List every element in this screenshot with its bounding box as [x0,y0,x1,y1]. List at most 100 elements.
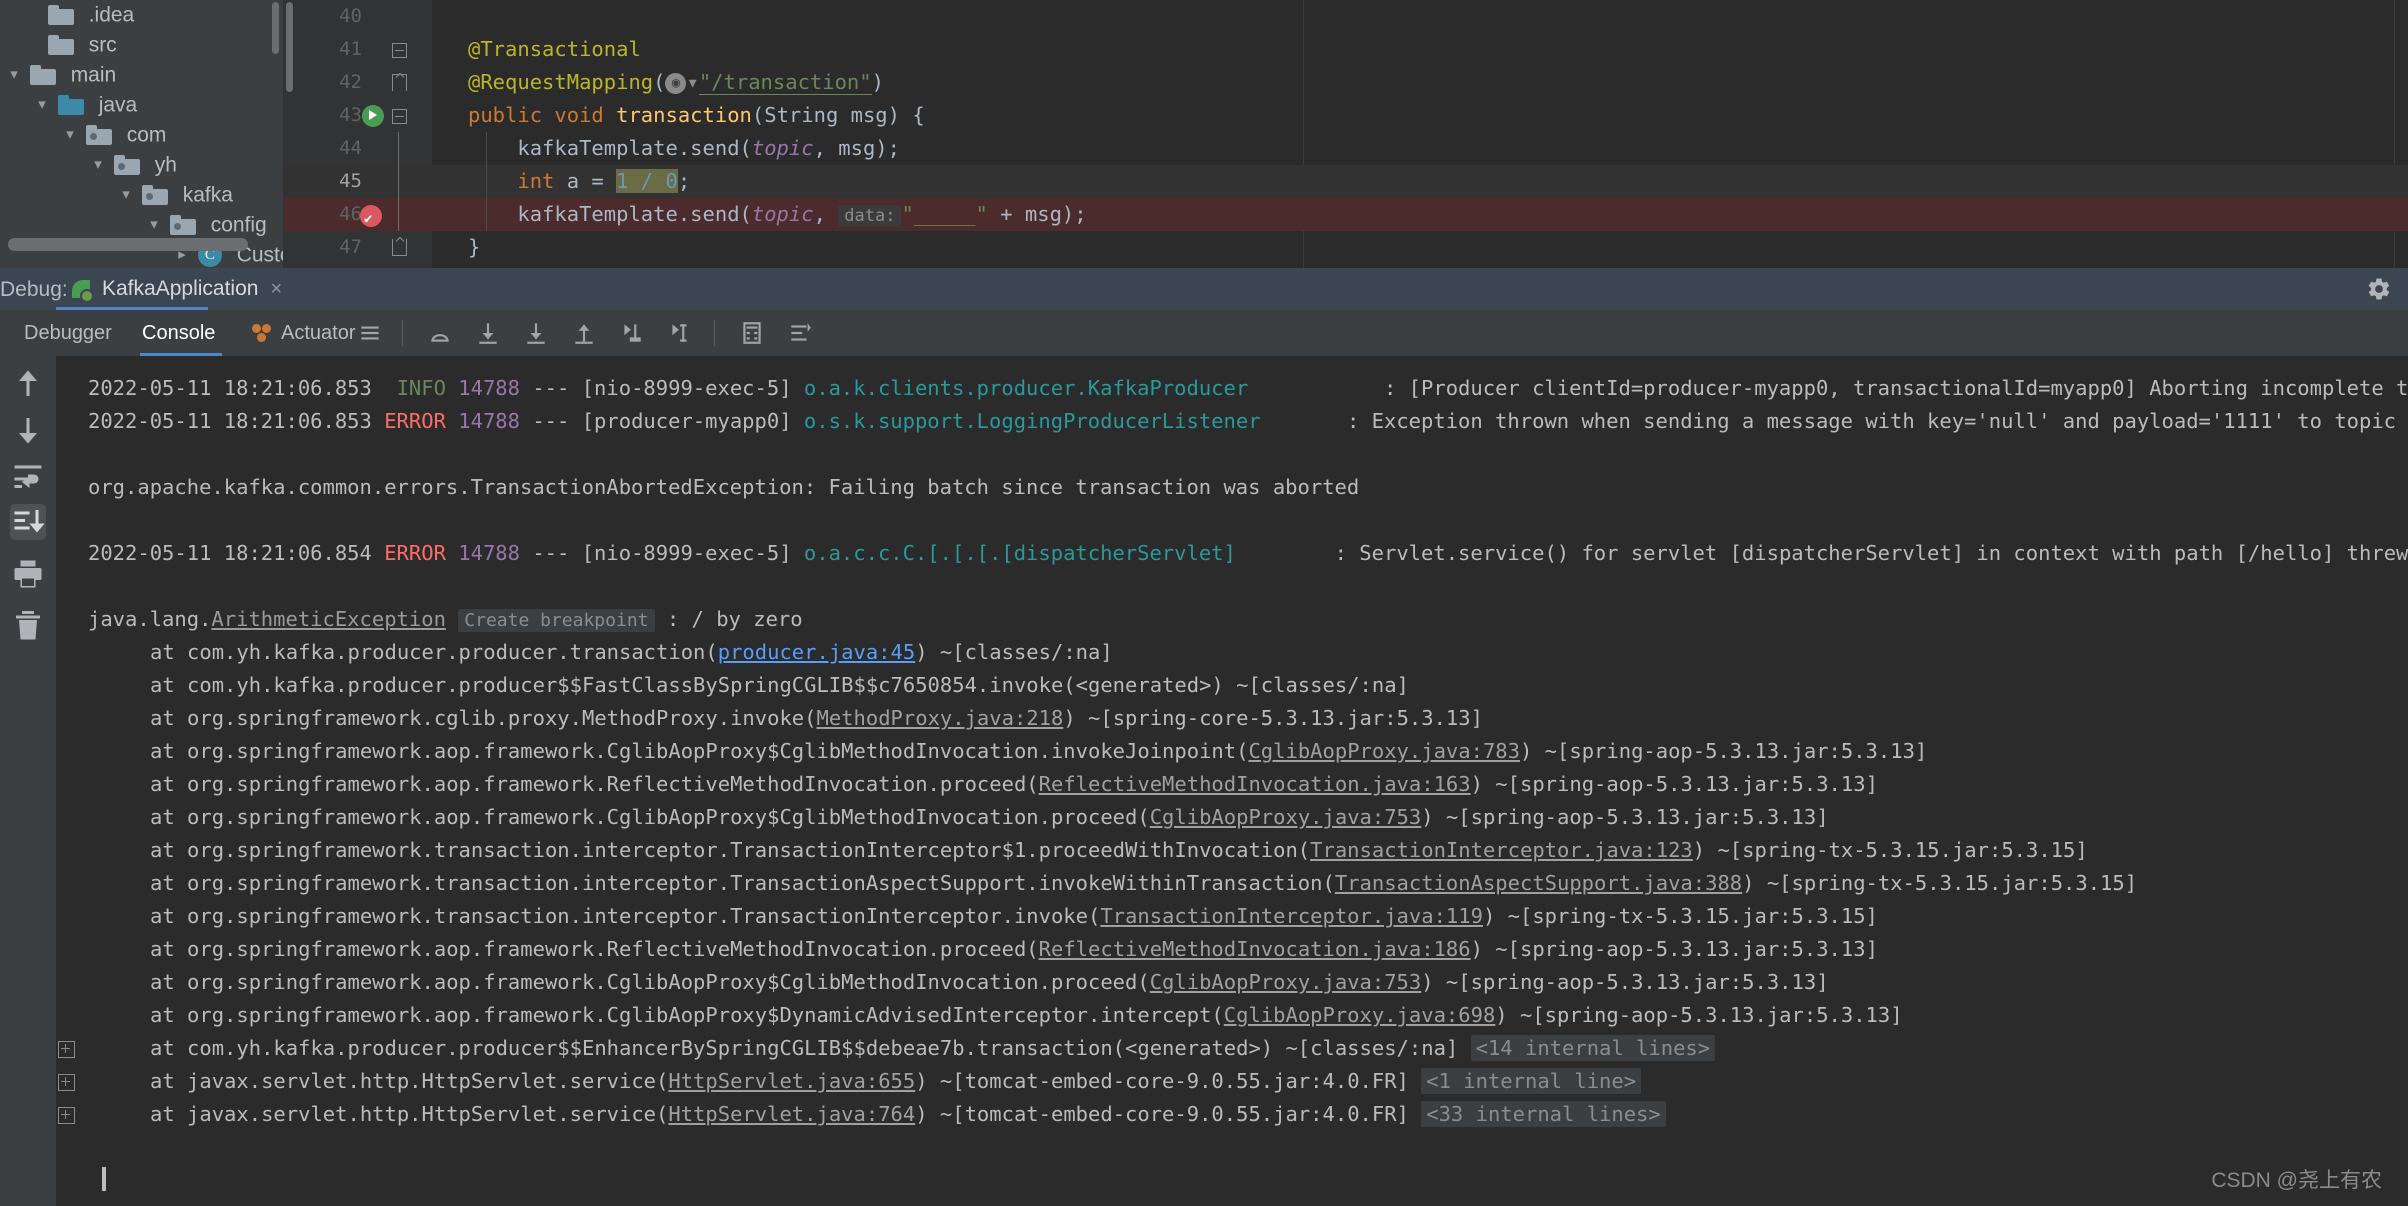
close-icon[interactable]: × [270,278,282,301]
log-logger: o.a.c.c.C.[.[.[.[dispatcherServlet] [804,541,1236,565]
fold-collapse-icon[interactable] [392,109,408,125]
expand-folded-frames-icon[interactable] [58,1041,75,1058]
log-timestamp: 2022-05-11 18:21:06.854 [88,541,372,565]
editor-code-area[interactable]: 40 41 @Transactional 42 @RequestMapping(… [432,0,2408,268]
source-link[interactable]: CglibAopProxy.java:783 [1248,739,1520,763]
fold-expand-icon[interactable] [392,239,407,256]
source-link[interactable]: ReflectiveMethodInvocation.java:186 [1039,937,1471,961]
code-line-46[interactable]: 46 kafkaTemplate.send(topic, data:"_____… [432,198,2408,231]
exception-summary-line[interactable]: org.apache.kafka.common.errors.Transacti… [88,471,2408,504]
code-line-47[interactable]: 47 } [432,231,2408,264]
debug-session-tab[interactable]: KafkaApplication × [56,268,296,310]
step-over-icon[interactable] [426,320,454,346]
scroll-to-end-icon[interactable] [10,504,46,540]
log-message: : Exception thrown when sending a messag… [1347,409,2408,433]
chevron-down-icon[interactable]: ▾ [88,150,108,180]
stack-frame-suffix: ) ~[classes/:na] [915,640,1112,664]
stack-frame[interactable]: at org.springframework.aop.framework.Cgl… [88,801,2408,834]
source-link[interactable]: HttpServlet.java:764 [668,1102,915,1126]
stack-frame-collapsed[interactable]: at javax.servlet.http.HttpServlet.servic… [88,1098,2408,1131]
run-to-cursor-icon[interactable] [618,320,646,346]
stack-frame[interactable]: at org.springframework.aop.framework.Ref… [88,933,2408,966]
chevron-down-icon[interactable]: ▾ [686,70,698,94]
menu-icon[interactable] [356,320,384,346]
log-logger: o.a.k.clients.producer.KafkaProducer [804,376,1248,400]
code-editor[interactable]: 40 41 @Transactional 42 @RequestMapping(… [284,0,2408,268]
create-breakpoint-badge[interactable]: Create breakpoint [458,609,654,632]
gear-icon[interactable] [2366,276,2392,302]
source-link[interactable]: ReflectiveMethodInvocation.java:163 [1039,772,1471,796]
chevron-down-icon[interactable]: ▾ [60,120,80,150]
tab-console[interactable]: Console [142,310,215,356]
tab-actuator[interactable]: Actuator [250,310,355,356]
force-step-into-icon[interactable] [522,320,550,346]
console-caret-line[interactable] [88,1164,2408,1197]
source-link[interactable]: MethodProxy.java:218 [816,706,1063,730]
chevron-down-icon[interactable]: ▾ [32,90,52,120]
scroll-down-icon[interactable] [10,412,46,448]
evaluate-expression-icon[interactable] [666,320,694,346]
log-line-info[interactable]: 2022-05-11 18:21:06.853 INFO 14788 --- [… [88,372,2408,405]
scroll-up-icon[interactable] [10,366,46,402]
code-line-45[interactable]: 45 int a = 1 / 0; [432,165,2408,198]
source-link[interactable]: CglibAopProxy.java:753 [1150,805,1422,829]
step-out-icon[interactable] [570,320,598,346]
source-link[interactable]: TransactionAspectSupport.java:388 [1335,871,1742,895]
step-into-icon[interactable] [474,320,502,346]
stack-frame[interactable]: at org.springframework.aop.framework.Cgl… [88,735,2408,768]
source-link[interactable]: TransactionInterceptor.java:123 [1310,838,1693,862]
fold-collapse-icon[interactable] [392,43,408,59]
code-line-42[interactable]: 42 @RequestMapping(◉▾"/transaction") [432,66,2408,99]
code-line-44[interactable]: 44 kafkaTemplate.send(topic, msg); [432,132,2408,165]
log-line-error-2[interactable]: 2022-05-11 18:21:06.854 ERROR 14788 --- … [88,537,2408,570]
fold-expand-icon[interactable] [392,74,407,91]
breakpoint-icon[interactable] [360,205,382,227]
stack-frame[interactable]: at org.springframework.transaction.inter… [88,900,2408,933]
watermark: CSDN @尧上有农 [2211,1164,2382,1194]
source-link[interactable]: TransactionInterceptor.java:119 [1100,904,1483,928]
stack-frame-collapsed[interactable]: at javax.servlet.http.HttpServlet.servic… [88,1065,2408,1098]
internal-lines-badge[interactable]: <33 internal lines> [1421,1101,1666,1127]
tree-vertical-scrollbar[interactable] [272,2,279,54]
soft-wrap-icon[interactable] [10,458,46,494]
request-mapping-path[interactable]: "/transaction" [699,70,872,95]
code-line-43[interactable]: 43 public void transaction(String msg) { [432,99,2408,132]
chevron-down-icon[interactable]: ▾ [4,60,24,90]
stack-frame[interactable]: at com.yh.kafka.producer.producer$$FastC… [88,669,2408,702]
source-link[interactable]: HttpServlet.java:655 [668,1069,915,1093]
stack-frame[interactable]: at org.springframework.aop.framework.Ref… [88,768,2408,801]
code-line-40[interactable]: 40 [432,0,2408,33]
stack-frame[interactable]: at org.springframework.cglib.proxy.Metho… [88,702,2408,735]
stack-frame-suffix: ) ~[spring-tx-5.3.15.jar:5.3.15] [1483,904,1878,928]
run-method-gutter-icon[interactable] [362,105,384,127]
tree-horizontal-scrollbar[interactable] [8,238,248,251]
tab-debugger[interactable]: Debugger [24,310,112,356]
stack-frame[interactable]: at org.springframework.aop.framework.Cgl… [88,966,2408,999]
expand-folded-frames-icon[interactable] [58,1074,75,1091]
threads-icon[interactable] [786,320,814,346]
exception-type-link[interactable]: ArithmeticException [211,607,446,631]
source-link[interactable]: CglibAopProxy.java:698 [1224,1003,1496,1027]
stack-frame[interactable]: at org.springframework.transaction.inter… [88,867,2408,900]
print-icon[interactable] [10,556,46,592]
exception-header-line[interactable]: java.lang.ArithmeticException Create bre… [88,603,2408,636]
expand-folded-frames-icon[interactable] [58,1107,75,1124]
chevron-down-icon[interactable]: ▾ [144,210,164,240]
sp [446,409,458,433]
stack-frame[interactable]: at com.yh.kafka.producer.producer.transa… [88,636,2408,669]
internal-lines-badge[interactable]: <14 internal lines> [1471,1035,1716,1061]
stack-frame-collapsed[interactable]: at com.yh.kafka.producer.producer$$Enhan… [88,1032,2408,1065]
internal-lines-badge[interactable]: <1 internal line> [1421,1068,1641,1094]
globe-icon[interactable]: ◉ [665,73,686,94]
trash-icon[interactable] [10,608,46,644]
source-link[interactable]: producer.java:45 [718,640,915,664]
log-line-error-1[interactable]: 2022-05-11 18:21:06.853 ERROR 14788 --- … [88,405,2408,438]
console-output[interactable]: 2022-05-11 18:21:06.853 INFO 14788 --- [… [56,356,2408,1206]
source-link[interactable]: CglibAopProxy.java:753 [1150,970,1422,994]
stack-frame[interactable]: at org.springframework.transaction.inter… [88,834,2408,867]
stack-frame[interactable]: at org.springframework.aop.framework.Cgl… [88,999,2408,1032]
code-line-41[interactable]: 41 @Transactional [432,33,2408,66]
chevron-down-icon[interactable]: ▾ [116,180,136,210]
calculator-icon[interactable] [738,320,766,346]
divide-by-zero-expression[interactable]: 1 / 0 [616,169,678,193]
